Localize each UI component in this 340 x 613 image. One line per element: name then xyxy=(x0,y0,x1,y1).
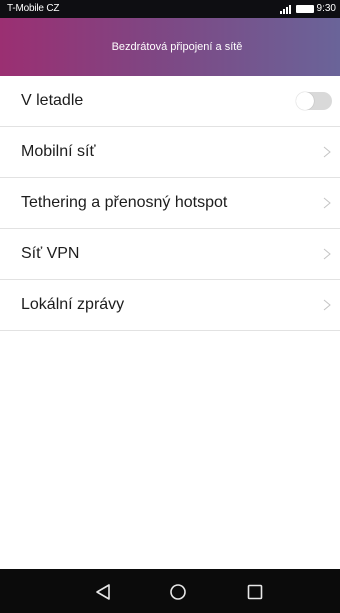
settings-item-vpn[interactable]: Síť VPN xyxy=(0,229,340,280)
airplane-mode-toggle[interactable] xyxy=(296,92,332,110)
carrier-name: T-Mobile CZ xyxy=(7,3,60,14)
home-icon[interactable] xyxy=(167,581,189,603)
chevron-right-icon xyxy=(323,248,331,260)
status-icons: 9:30 xyxy=(279,0,336,18)
settings-item-label: V letadle xyxy=(21,92,84,109)
settings-item-label: Síť VPN xyxy=(21,245,80,262)
settings-item-label: Lokální zprávy xyxy=(21,296,125,313)
chevron-right-icon xyxy=(323,146,331,158)
phone-screen: T-Mobile CZ 9:30 Bezdrátová připojení a … xyxy=(0,0,340,613)
settings-item-mobile-network[interactable]: Mobilní síť xyxy=(0,127,340,178)
back-icon[interactable] xyxy=(93,581,115,603)
navigation-bar xyxy=(0,569,340,613)
status-bar: T-Mobile CZ 9:30 xyxy=(0,0,340,18)
settings-item-tethering[interactable]: Tethering a přenosný hotspot xyxy=(0,178,340,229)
settings-item-airplane-mode[interactable]: V letadle xyxy=(0,76,340,127)
settings-item-local-messages[interactable]: Lokální zprávy xyxy=(0,280,340,331)
clock: 9:30 xyxy=(316,3,336,14)
toggle-knob xyxy=(296,92,314,110)
chevron-right-icon xyxy=(323,197,331,209)
signal-icon xyxy=(279,4,291,14)
battery-icon xyxy=(295,5,314,13)
settings-list: V letadle Mobilní síť Tethering a přenos… xyxy=(0,76,340,331)
recent-apps-icon[interactable] xyxy=(244,581,266,603)
chevron-right-icon xyxy=(323,299,331,311)
page-header: Bezdrátová připojení a sítě xyxy=(0,18,340,76)
settings-item-label: Tethering a přenosný hotspot xyxy=(21,194,228,211)
settings-item-label: Mobilní síť xyxy=(21,143,96,160)
page-title: Bezdrátová připojení a sítě xyxy=(111,41,243,54)
